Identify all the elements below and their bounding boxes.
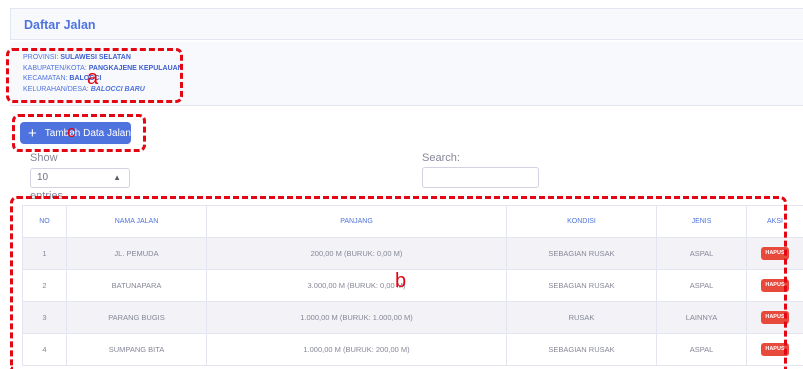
search-input[interactable]: [422, 167, 539, 188]
select-caret-icon: ▲︎: [113, 173, 121, 182]
entries-select[interactable]: 10 ▲︎: [30, 168, 130, 188]
annotation-label-c: c: [67, 122, 76, 141]
entries-value: 10: [37, 172, 49, 183]
annotation-box-c: [12, 114, 146, 152]
annotation-label-a: a: [87, 67, 99, 89]
search-label: Search:: [422, 152, 460, 164]
show-label: Show: [30, 152, 58, 164]
page-title: Daftar Jalan: [10, 8, 803, 40]
annotation-label-b: b: [395, 270, 407, 292]
